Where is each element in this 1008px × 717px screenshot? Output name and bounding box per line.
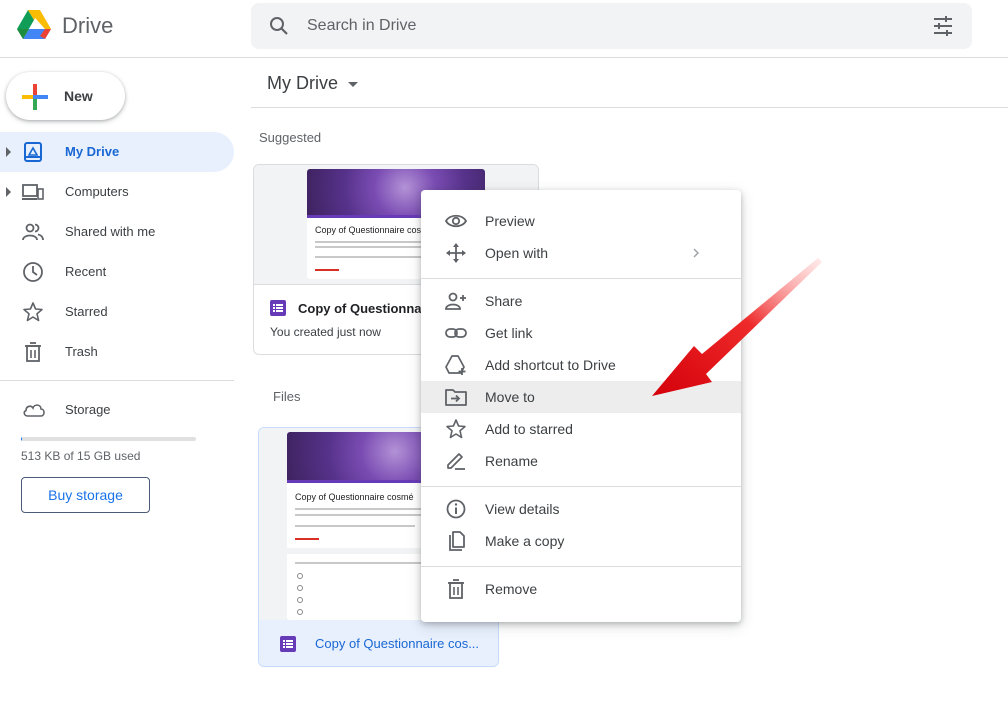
menu-item-label: Rename: [485, 453, 538, 469]
sidebar-item-label: Computers: [65, 184, 129, 199]
main-divider: [251, 107, 1008, 108]
page-title[interactable]: My Drive: [267, 73, 338, 94]
menu-item-label: Make a copy: [485, 533, 565, 549]
new-button-label: New: [64, 88, 93, 104]
red-arrow-annotation: [652, 258, 822, 396]
storage-progress-bar: [21, 437, 196, 441]
move-folder-icon: [445, 389, 467, 406]
app-name[interactable]: Drive: [62, 13, 113, 39]
sidebar-item-recent[interactable]: Recent: [0, 252, 234, 292]
preview-title: Copy of Questionnaire cos: [315, 225, 422, 235]
menu-separator: [421, 566, 741, 567]
shared-icon: [22, 223, 44, 241]
search-bar[interactable]: [251, 3, 972, 49]
eye-icon: [445, 214, 467, 228]
sidebar-item-shared-with-me[interactable]: Shared with me: [0, 212, 234, 252]
new-button[interactable]: New: [6, 72, 125, 120]
menu-item-label: Remove: [485, 581, 538, 597]
trash-icon: [448, 579, 464, 599]
suggested-heading: Suggested: [259, 130, 322, 145]
file-name: Copy of Questionnaire cos...: [315, 636, 480, 651]
storage-used-text: 513 KB of 15 GB used: [21, 449, 141, 463]
menu-item-label: Open with: [485, 245, 549, 261]
menu-item-view-details[interactable]: View details: [421, 493, 741, 525]
sidebar-item-computers[interactable]: Computers: [0, 172, 234, 212]
file-subtitle: You created just now: [270, 325, 381, 339]
star-icon: [446, 419, 466, 439]
caret-down-icon[interactable]: [348, 82, 358, 87]
sidebar-item-label: My Drive: [65, 144, 120, 159]
sidebar-item-trash[interactable]: Trash: [0, 332, 234, 372]
search-input[interactable]: [307, 15, 867, 37]
buy-storage-button[interactable]: Buy storage: [21, 477, 150, 513]
search-icon[interactable]: [269, 16, 289, 36]
preview-title: Copy of Questionnaire cosmé: [295, 492, 414, 502]
sidebar-item-label: Starred: [65, 304, 108, 319]
expand-arrow-icon[interactable]: [6, 187, 11, 197]
menu-item-preview[interactable]: Preview: [421, 205, 741, 237]
sidebar-item-label: Shared with me: [65, 224, 156, 239]
sidebar-item-label: Trash: [65, 344, 98, 359]
menu-item-label: Add to starred: [485, 421, 573, 437]
menu-item-label: Preview: [485, 213, 535, 229]
copy-icon: [449, 531, 465, 551]
menu-item-rename[interactable]: Rename: [421, 445, 741, 477]
menu-item-add-to-starred[interactable]: Add to starred: [421, 413, 741, 445]
sidebar-item-my-drive[interactable]: My Drive: [0, 132, 234, 172]
files-heading: Files: [273, 389, 301, 404]
link-icon: [445, 328, 467, 338]
star-icon: [23, 302, 43, 322]
clock-icon: [23, 262, 43, 282]
sidebar-item-starred[interactable]: Starred: [0, 292, 234, 332]
sidebar-item-label: Recent: [65, 264, 107, 279]
menu-item-label: Add shortcut to Drive: [485, 357, 616, 373]
menu-separator: [421, 486, 741, 487]
file-name: Copy of Questionnair: [298, 301, 431, 316]
menu-item-label: Share: [485, 293, 523, 309]
menu-item-label: Get link: [485, 325, 533, 341]
menu-item-label: Move to: [485, 389, 535, 405]
computers-icon: [22, 184, 44, 200]
menu-item-label: View details: [485, 501, 560, 517]
forms-icon: [270, 300, 286, 316]
search-options-icon[interactable]: [932, 16, 954, 36]
plus-icon: [22, 84, 48, 110]
shortcut-icon: [445, 355, 466, 375]
open-with-icon: [446, 243, 466, 263]
drive-logo-icon[interactable]: [16, 9, 52, 41]
menu-item-remove[interactable]: Remove: [421, 573, 741, 605]
share-person-icon: [445, 292, 466, 310]
rename-icon: [447, 453, 465, 470]
my-drive-icon: [24, 142, 42, 162]
cloud-icon: [23, 404, 45, 417]
top-bar: Drive: [0, 0, 1008, 58]
trash-icon: [25, 342, 41, 362]
storage-label[interactable]: Storage: [65, 402, 111, 417]
info-icon: [446, 499, 466, 519]
forms-icon: [280, 636, 296, 652]
storage-progress-fill: [21, 437, 22, 441]
sidebar-divider: [0, 380, 234, 381]
menu-item-make-a-copy[interactable]: Make a copy: [421, 525, 741, 557]
expand-arrow-icon[interactable]: [6, 147, 11, 157]
